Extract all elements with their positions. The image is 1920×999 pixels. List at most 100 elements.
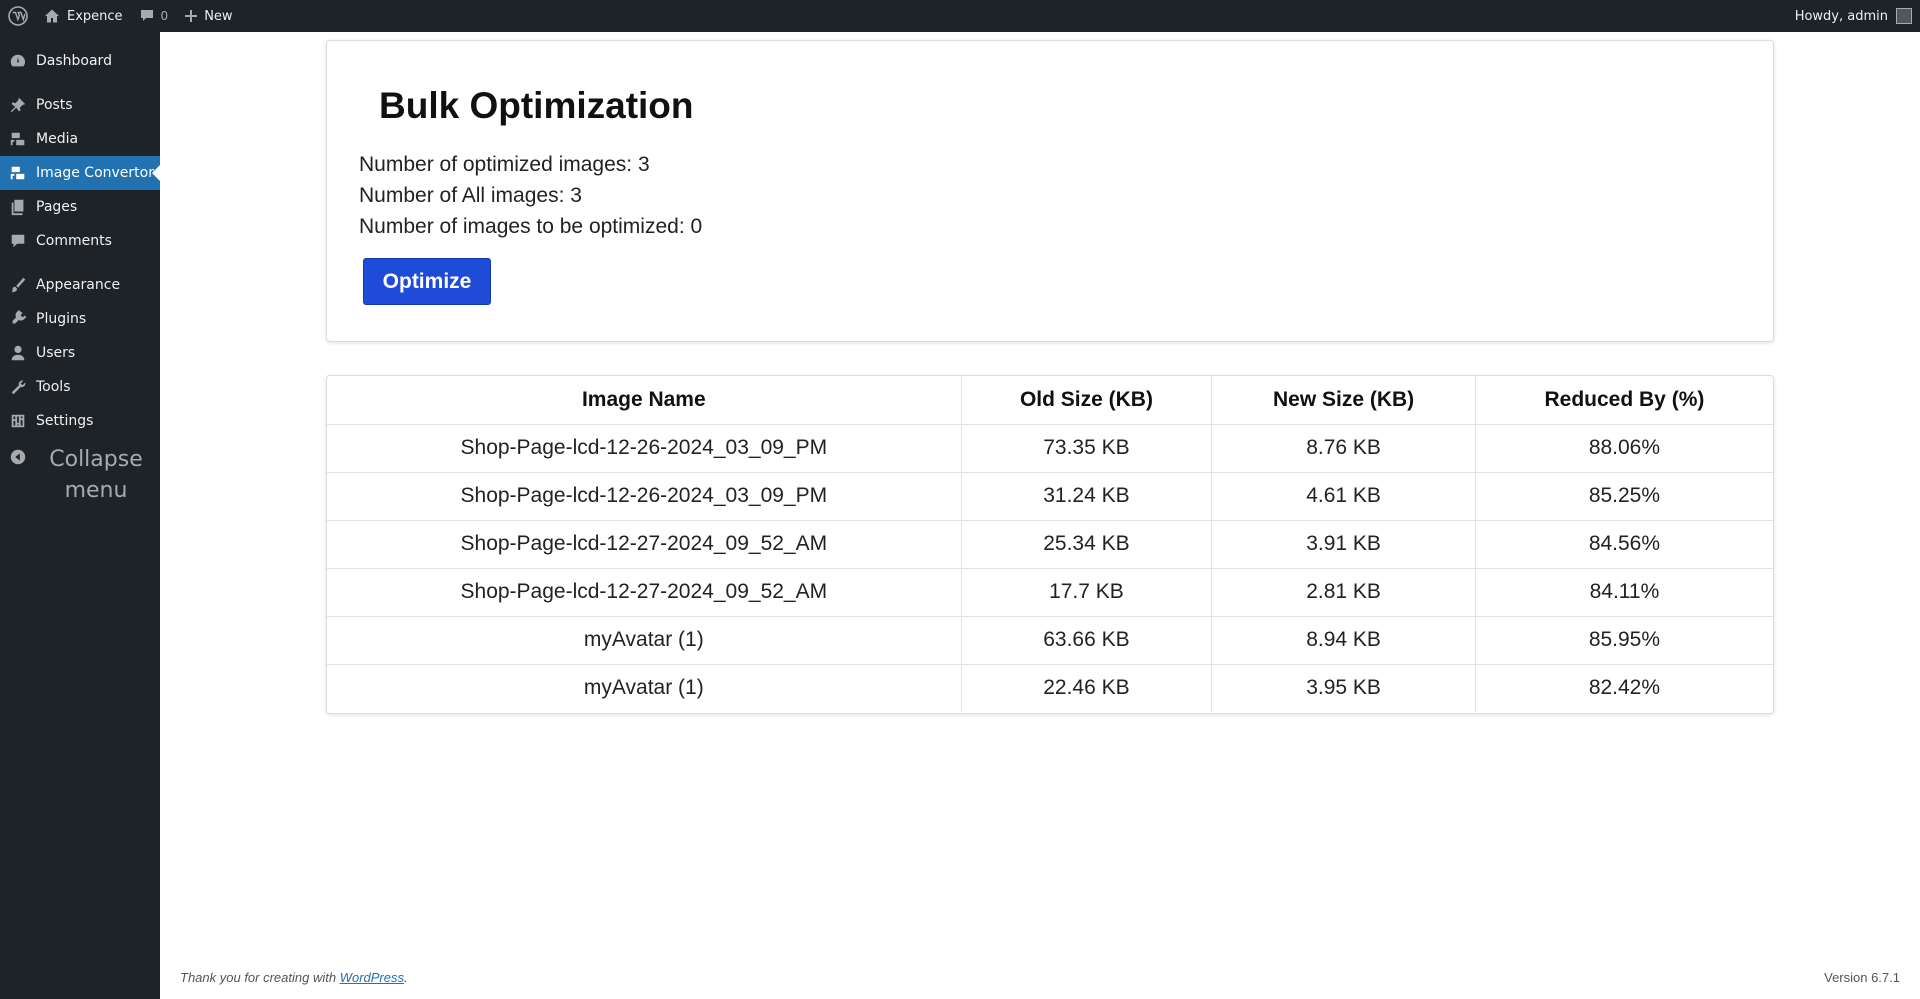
comment-icon: [0, 232, 36, 250]
column-header: Image Name: [327, 376, 962, 425]
reduced-by-cell: 85.25%: [1475, 472, 1773, 521]
pin-icon: [0, 96, 36, 114]
pages-icon: [0, 198, 36, 216]
sidebar-item-media[interactable]: Media: [0, 122, 160, 156]
media-icon: [0, 130, 36, 148]
sidebar-item-label: Users: [36, 345, 76, 361]
results-table-panel: Image Name Old Size (KB) New Size (KB) R…: [326, 375, 1774, 714]
menu-separator: [0, 78, 160, 88]
menu-separator: [0, 258, 160, 268]
howdy-text: Howdy, admin: [1794, 8, 1888, 24]
results-table: Image Name Old Size (KB) New Size (KB) R…: [327, 376, 1773, 712]
table-row: Shop-Page-lcd-12-27-2024_09_52_AM 17.7 K…: [327, 568, 1773, 617]
bulk-optimization-panel: Bulk Optimization Number of optimized im…: [326, 40, 1774, 342]
image-name-cell: Shop-Page-lcd-12-27-2024_09_52_AM: [327, 520, 962, 569]
table-header-row: Image Name Old Size (KB) New Size (KB) R…: [327, 376, 1773, 425]
dashboard-icon: [0, 52, 36, 70]
image-name-cell: myAvatar (1): [327, 616, 962, 665]
avatar: [1896, 8, 1912, 24]
admin-menu: Dashboard Posts Media Image Convertor Pa…: [0, 32, 160, 999]
page-title: Bulk Optimization: [379, 85, 694, 126]
column-header: Reduced By (%): [1475, 376, 1773, 425]
site-name-link[interactable]: Expence: [36, 0, 131, 32]
image-name-cell: Shop-Page-lcd-12-27-2024_09_52_AM: [327, 568, 962, 617]
sidebar-item-comments[interactable]: Comments: [0, 224, 160, 258]
old-size-cell: 73.35 KB: [961, 424, 1213, 473]
image-name-cell: myAvatar (1): [327, 664, 962, 712]
settings-icon: [0, 412, 36, 430]
optimized-count-text: Number of optimized images: 3: [359, 153, 650, 176]
new-size-cell: 3.91 KB: [1211, 520, 1476, 569]
old-size-cell: 17.7 KB: [961, 568, 1213, 617]
all-images-count-text: Number of All images: 3: [359, 184, 582, 207]
comments-count: 0: [160, 9, 169, 23]
new-content-link[interactable]: New: [176, 0, 240, 32]
wordpress-logo-icon[interactable]: [0, 0, 36, 32]
image-name-cell: Shop-Page-lcd-12-26-2024_03_09_PM: [327, 424, 962, 473]
collapse-menu-button[interactable]: Collapse menu: [0, 438, 160, 506]
reduced-by-cell: 82.42%: [1588, 676, 1661, 700]
reduced-by-cell: 84.56%: [1475, 520, 1773, 569]
my-account-link[interactable]: Howdy, admin: [1787, 0, 1920, 32]
old-size-cell: 63.66 KB: [961, 616, 1213, 665]
home-icon: [44, 8, 60, 24]
comment-icon: [139, 8, 155, 24]
sidebar-item-settings[interactable]: Settings: [0, 404, 160, 438]
user-icon: [0, 344, 36, 362]
plugin-icon: [0, 310, 36, 328]
sidebar-item-label: Pages: [36, 199, 78, 215]
sidebar-item-label: Tools: [36, 379, 71, 395]
table-row: myAvatar (1) 22.46 KB 3.95 KB 82.42%: [327, 664, 1773, 712]
table-row: Shop-Page-lcd-12-26-2024_03_09_PM 73.35 …: [327, 424, 1773, 473]
footer-thanks: Thank you for creating with WordPress.: [180, 970, 408, 985]
sidebar-item-label: Appearance: [36, 277, 121, 293]
new-size-cell: 8.94 KB: [1211, 616, 1476, 665]
reduced-by-cell: 85.95%: [1475, 616, 1773, 665]
sidebar-item-appearance[interactable]: Appearance: [0, 268, 160, 302]
new-size-cell: 8.76 KB: [1211, 424, 1476, 473]
footer-version: Version 6.7.1: [1824, 970, 1900, 985]
sidebar-item-dashboard[interactable]: Dashboard: [0, 44, 160, 78]
sidebar-item-label: Image Convertor: [36, 165, 154, 181]
wordpress-link[interactable]: WordPress: [340, 970, 404, 985]
comments-link[interactable]: 0: [131, 0, 177, 32]
new-size-cell: 3.95 KB: [1211, 664, 1476, 712]
new-size-cell: 4.61 KB: [1211, 472, 1476, 521]
old-size-cell: 25.34 KB: [961, 520, 1213, 569]
sidebar-item-label: Settings: [36, 413, 94, 429]
admin-bar: Expence 0 New Howdy, admin: [0, 0, 1920, 32]
sidebar-item-label: Comments: [36, 233, 112, 249]
table-row: myAvatar (1) 63.66 KB 8.94 KB 85.95%: [327, 616, 1773, 665]
new-size-cell: 2.81 KB: [1211, 568, 1476, 617]
reduced-by-cell: 84.11%: [1475, 568, 1773, 617]
reduced-by-cell: 88.06%: [1475, 424, 1773, 473]
plus-icon: [184, 9, 198, 23]
sidebar-item-image-convertor[interactable]: Image Convertor: [0, 156, 160, 190]
sidebar-item-users[interactable]: Users: [0, 336, 160, 370]
old-size-cell: 22.46 KB: [961, 664, 1213, 712]
collapse-icon: [0, 448, 36, 466]
sidebar-item-posts[interactable]: Posts: [0, 88, 160, 122]
table-row: Shop-Page-lcd-12-27-2024_09_52_AM 25.34 …: [327, 520, 1773, 569]
footer-thanks-text: Thank you for creating with: [180, 970, 340, 985]
column-header: Old Size (KB): [961, 376, 1213, 425]
optimize-button[interactable]: Optimize: [363, 258, 491, 305]
sidebar-item-tools[interactable]: Tools: [0, 370, 160, 404]
column-header: New Size (KB): [1211, 376, 1476, 425]
to-optimize-count-text: Number of images to be optimized: 0: [359, 215, 703, 238]
sidebar-item-label: Dashboard: [36, 53, 112, 69]
sidebar-item-plugins[interactable]: Plugins: [0, 302, 160, 336]
wrench-icon: [0, 378, 36, 396]
sidebar-item-label: Media: [36, 131, 79, 147]
sidebar-item-label: Posts: [36, 97, 73, 113]
site-name: Expence: [67, 8, 123, 24]
new-label: New: [204, 8, 233, 24]
collapse-menu-label: Collapse menu: [49, 447, 143, 503]
sidebar-item-label: Plugins: [36, 311, 87, 327]
old-size-cell: 31.24 KB: [961, 472, 1213, 521]
footer-thanks-suffix: .: [404, 970, 408, 985]
brush-icon: [0, 276, 36, 294]
image-name-cell: Shop-Page-lcd-12-26-2024_03_09_PM: [327, 472, 962, 521]
image-convertor-icon: [0, 164, 36, 182]
sidebar-item-pages[interactable]: Pages: [0, 190, 160, 224]
